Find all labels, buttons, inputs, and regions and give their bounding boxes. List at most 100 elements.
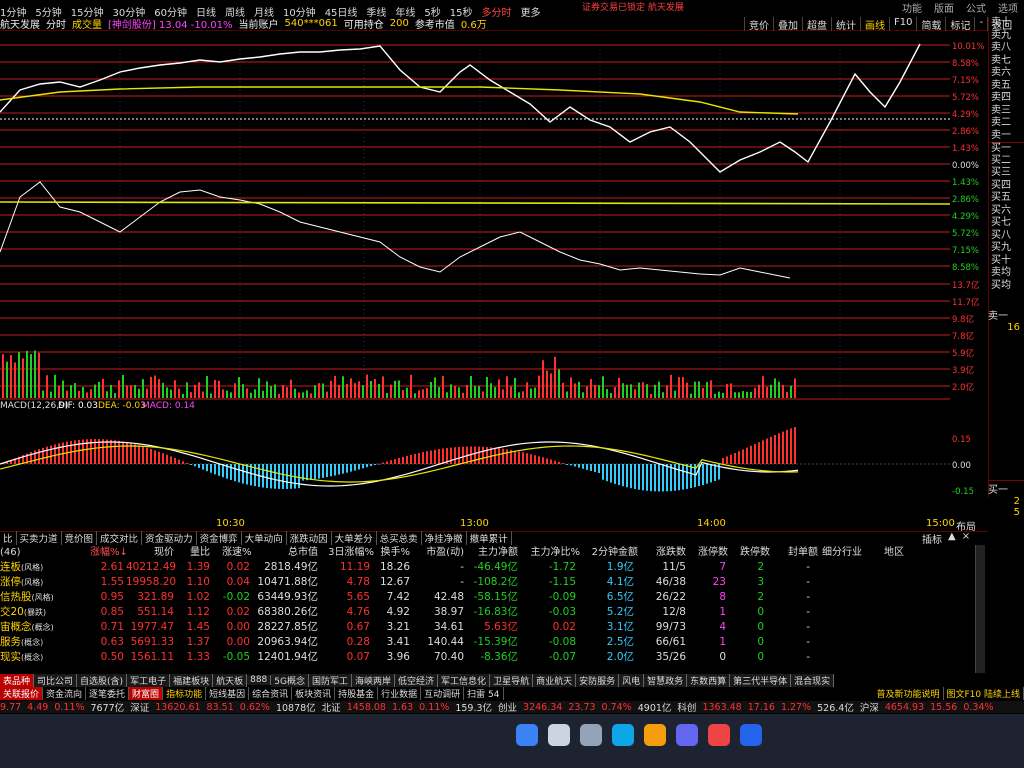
sector-tab[interactable]: 海峡两岸 xyxy=(352,673,396,687)
chart-canvas[interactable]: 10.01% 8.58% 7.15% 5.72% 4.29% 2.86% 1.43% 0.00… xyxy=(0,32,988,518)
sector-tab[interactable]: 军工信息化 xyxy=(438,673,491,687)
col-3day[interactable]: 3日涨幅% xyxy=(324,545,374,560)
table-row[interactable]: 连板(风格) 2.61 40212.49 1.39 0.02 2818.49亿 11.19 1… xyxy=(0,560,975,575)
table-row[interactable]: 涨停(风格) 1.55 19958.20 1.10 0.04 10471.88亿 4.78 1… xyxy=(0,575,975,590)
table-tab[interactable]: 净挂净撤 xyxy=(422,531,467,545)
chart-tool-button[interactable]: 简载 xyxy=(916,17,945,32)
col-name[interactable]: (46) xyxy=(0,545,21,560)
chart-tool-button[interactable]: 超盘 xyxy=(802,17,831,32)
table-row[interactable]: 交20(暴跌) 0.85 551.14 1.12 0.02 68380.26亿 4.76 4.… xyxy=(0,605,975,620)
new-feature-link[interactable]: 普及新功能说明 xyxy=(873,686,944,700)
col-main-net[interactable]: 主力净额 xyxy=(470,545,518,560)
col-market-cap[interactable]: 总市值 xyxy=(250,545,318,560)
chart-tool-button[interactable]: 叠加 xyxy=(773,17,802,32)
sector-tab[interactable]: 表品种 xyxy=(0,673,35,687)
table-row[interactable]: 现实(概念) 0.50 1561.11 1.33 -0.05 12401.94亿 0.07 3… xyxy=(0,650,975,665)
function-tab[interactable]: 行业数据 xyxy=(378,686,422,700)
function-tab[interactable]: 短线基因 xyxy=(206,686,250,700)
window-link[interactable]: 选项 xyxy=(998,0,1018,15)
sector-tab[interactable]: 福建板块 xyxy=(170,673,214,687)
chart-tool-button[interactable]: - xyxy=(974,17,987,31)
function-tab[interactable]: 综合资讯 xyxy=(249,686,293,700)
sector-tab[interactable]: 混合现实 xyxy=(791,673,835,687)
col-up-down[interactable]: 涨跌数 xyxy=(650,545,686,560)
function-tab[interactable]: 持股基金 xyxy=(335,686,379,700)
window-link[interactable]: 版面 xyxy=(934,0,954,15)
col-industry[interactable]: 细分行业 xyxy=(822,545,862,560)
table-tab[interactable]: 资金博弈 xyxy=(197,531,242,545)
table-tab[interactable]: 大单差分 xyxy=(332,531,377,545)
sector-tab[interactable]: 商业航天 xyxy=(533,673,577,687)
sector-tab[interactable]: 风电 xyxy=(619,673,645,687)
function-tab[interactable]: 扫雷 54 xyxy=(464,686,504,700)
table-tab[interactable]: 总买总卖 xyxy=(377,531,422,545)
search-icon[interactable] xyxy=(548,724,570,746)
table-scrollbar[interactable] xyxy=(975,545,985,673)
store-icon[interactable] xyxy=(676,724,698,746)
sector-tab[interactable]: 低空经济 xyxy=(395,673,439,687)
function-tab[interactable]: 板块资讯 xyxy=(292,686,336,700)
chart-tool-button[interactable]: 竞价 xyxy=(744,17,773,32)
function-tab[interactable]: 互动调研 xyxy=(421,686,465,700)
col-speed[interactable]: 涨速% xyxy=(222,545,252,560)
explorer-icon[interactable] xyxy=(644,724,666,746)
intraday-chart[interactable]: 10.01% 8.58% 7.15% 5.72% 4.29% 2.86% 1.43% 0.00… xyxy=(0,32,988,546)
col-pe[interactable]: 市盈(动) xyxy=(420,545,464,560)
col-main-net-pct[interactable]: 主力净比% xyxy=(528,545,580,560)
app-red-icon[interactable] xyxy=(708,724,730,746)
windows-icon[interactable] xyxy=(516,724,538,746)
table-row[interactable]: 宙概念(概念) 0.71 1977.47 1.45 0.00 28227.85亿 0.67 3… xyxy=(0,620,975,635)
window-link[interactable]: 公式 xyxy=(966,0,986,15)
table-tab[interactable]: 大单动向 xyxy=(242,531,287,545)
tab-timeshare[interactable]: 分时 xyxy=(46,16,66,31)
col-2min[interactable]: 2分钟金额 xyxy=(588,545,638,560)
chart-tool-button[interactable]: 统计 xyxy=(831,17,860,32)
table-tab[interactable]: 撤单累计 xyxy=(467,531,512,545)
col-volume-ratio[interactable]: 量比 xyxy=(180,545,210,560)
table-tool-button[interactable]: ▲ xyxy=(948,531,956,546)
sector-tab[interactable]: 国防军工 xyxy=(309,673,353,687)
function-tab[interactable]: 关联报价 xyxy=(0,686,44,700)
function-tab[interactable]: 指标功能 xyxy=(163,686,207,700)
table-tab[interactable]: 涨跌动因 xyxy=(287,531,332,545)
table-tool-button[interactable]: × xyxy=(962,531,970,546)
f10-link[interactable]: 图文F10 陆续上线 xyxy=(944,686,1024,700)
col-seal[interactable]: 封单额 xyxy=(784,545,818,560)
taskview-icon[interactable] xyxy=(580,724,602,746)
function-tab[interactable]: 逐笔委托 xyxy=(86,686,130,700)
tab-volume[interactable]: 成交量 xyxy=(72,16,102,31)
col-region[interactable]: 地区 xyxy=(884,545,904,560)
col-limit-up[interactable]: 涨停数 xyxy=(694,545,728,560)
col-limit-down[interactable]: 跌停数 xyxy=(736,545,770,560)
sector-tab[interactable]: 司比公司 xyxy=(34,673,78,687)
col-change[interactable]: 涨幅%↓ xyxy=(90,545,128,560)
chart-tool-button[interactable]: 标记 xyxy=(945,17,974,32)
app-blue-icon[interactable] xyxy=(740,724,762,746)
sector-tab[interactable]: 888 xyxy=(247,675,272,685)
table-tab[interactable]: 竞价图 xyxy=(62,531,98,545)
sector-tab[interactable]: 东数西算 xyxy=(687,673,731,687)
sector-tab[interactable]: 智慧政务 xyxy=(644,673,688,687)
col-price[interactable]: 现价 xyxy=(126,545,174,560)
sector-tab[interactable]: 卫星导航 xyxy=(490,673,534,687)
sector-tab[interactable]: 安防服务 xyxy=(576,673,620,687)
sector-tab[interactable]: 航天板 xyxy=(213,673,248,687)
sector-tab[interactable]: 军工电子 xyxy=(127,673,171,687)
sector-tab[interactable]: 第三代半导体 xyxy=(730,673,792,687)
window-link[interactable]: 功能 xyxy=(902,0,922,15)
table-tab[interactable]: 买卖力道 xyxy=(17,531,62,545)
sector-tab[interactable]: 自选股(含) xyxy=(77,673,128,687)
table-tab[interactable]: 资金驱动力 xyxy=(142,531,197,545)
table-tool-button[interactable]: 插标 xyxy=(922,531,942,546)
table-tab[interactable]: 比 xyxy=(0,531,17,545)
function-tab[interactable]: 资金流向 xyxy=(43,686,87,700)
table-row[interactable]: 信热股(风格) 0.95 321.89 1.02 -0.02 63449.93亿 5.65 7… xyxy=(0,590,975,605)
col-turnover[interactable]: 换手% xyxy=(378,545,410,560)
table-tab[interactable]: 成交对比 xyxy=(97,531,143,545)
chart-tool-button[interactable]: 画线 xyxy=(860,17,889,32)
sector-tab[interactable]: 5G概念 xyxy=(271,673,309,687)
chart-tool-button[interactable]: F10 xyxy=(889,17,916,31)
table-row[interactable]: 服务(概念) 0.63 5691.33 1.37 0.00 20963.94亿 0.28 3.… xyxy=(0,635,975,650)
function-tab[interactable]: 财富圈 xyxy=(129,686,164,700)
edge-icon[interactable] xyxy=(612,724,634,746)
